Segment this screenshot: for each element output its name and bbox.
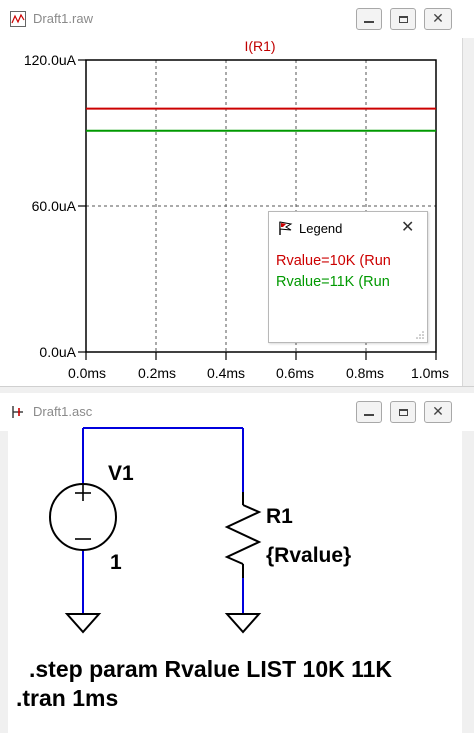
- resistor-name-label[interactable]: R1: [266, 505, 293, 529]
- legend-flag-icon: [279, 221, 293, 235]
- legend-panel[interactable]: Legend ✕ Rvalue=10K (Run Rvalue=11K (Run: [268, 211, 428, 343]
- x-tick-label: 0.4ms: [206, 365, 246, 381]
- voltage-source-v1[interactable]: [49, 483, 117, 551]
- source-name-label[interactable]: V1: [108, 462, 134, 486]
- ground-symbol[interactable]: [224, 613, 262, 634]
- spice-directive-step[interactable]: .step param Rvalue LIST 10K 11K: [29, 656, 392, 683]
- x-tick-label: 1.0ms: [410, 365, 450, 381]
- legend-entry[interactable]: Rvalue=11K (Run: [276, 274, 390, 290]
- source-value-label[interactable]: 1: [110, 551, 122, 575]
- resistor-r1[interactable]: [224, 492, 262, 578]
- legend-title: Legend: [299, 221, 343, 236]
- y-tick-label: 60.0uA: [31, 198, 76, 214]
- legend-close-icon[interactable]: ✕: [401, 217, 414, 236]
- x-tick-label: 0.8ms: [345, 365, 385, 381]
- x-tick-label: 0.2ms: [137, 365, 177, 381]
- x-tick-label: 0.6ms: [275, 365, 315, 381]
- resize-grip-icon[interactable]: [416, 331, 424, 339]
- spice-directive-tran[interactable]: .tran 1ms: [16, 685, 118, 712]
- y-tick-label: 120.0uA: [23, 52, 76, 68]
- waveform-window: Draft1.raw ✕ I(R1) 120.0uA 60.0uA 0.0uA …: [0, 0, 474, 394]
- legend-entry[interactable]: Rvalue=10K (Run: [276, 253, 391, 269]
- x-tick-label: 0.0ms: [67, 365, 107, 381]
- resistor-value-label[interactable]: {Rvalue}: [266, 544, 351, 568]
- ground-symbol[interactable]: [64, 613, 102, 634]
- legend-header[interactable]: Legend ✕: [269, 212, 427, 244]
- y-tick-label: 0.0uA: [39, 344, 76, 360]
